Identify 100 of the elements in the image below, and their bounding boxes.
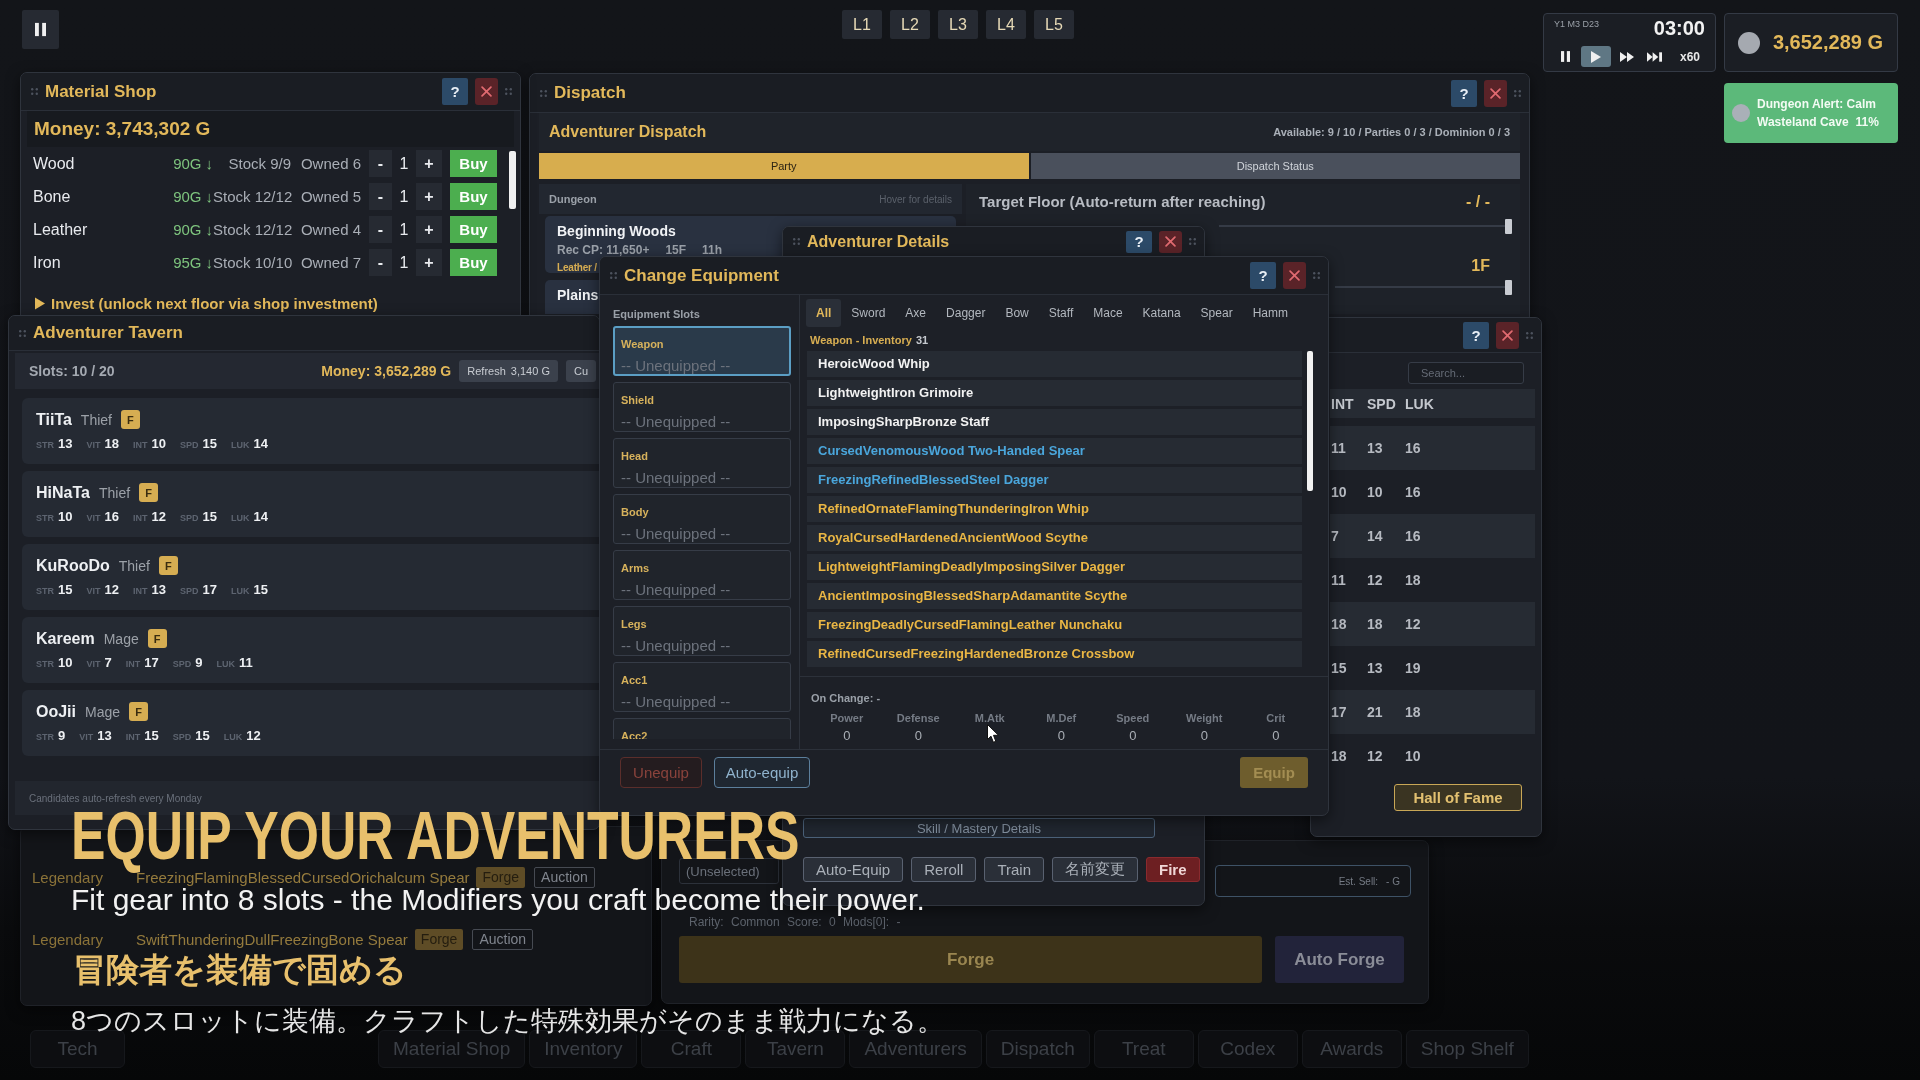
column-header[interactable]: INT: [1331, 395, 1367, 412]
equipment-slot[interactable]: Weapon -- Unequipped --: [613, 326, 791, 376]
item-row[interactable]: RefinedOrnateFlamingThunderingIron Whip: [807, 496, 1302, 522]
auction-tag-button[interactable]: Auction: [472, 928, 534, 950]
column-header[interactable]: SPD: [1367, 395, 1405, 412]
tab[interactable]: Dispatch Status: [1030, 153, 1520, 179]
level-button[interactable]: L4: [986, 10, 1026, 39]
item-row[interactable]: CursedVenomousWood Two-Handed Spear: [807, 438, 1302, 464]
grip-icon[interactable]: [19, 329, 26, 337]
grip-icon[interactable]: [1514, 89, 1521, 97]
table-row[interactable]: 11 13 16: [1330, 426, 1535, 470]
table-row[interactable]: 15 13 19: [1330, 646, 1535, 690]
grip-icon[interactable]: [1526, 331, 1533, 339]
table-row[interactable]: 17 21 18: [1330, 690, 1535, 734]
grip-icon[interactable]: [1313, 272, 1320, 279]
action-button[interactable]: 名前変更: [1052, 857, 1139, 882]
filter-tab[interactable]: Mace: [1083, 299, 1133, 327]
adventurer-card[interactable]: KuRooDo Thief F STR 15 VIT 12 INT 13 SPD 17 LUK 15: [22, 544, 599, 610]
equipment-slot[interactable]: Arms -- Unequipped --: [613, 550, 791, 600]
item-row[interactable]: ImposingSharpBronze Staff: [807, 409, 1302, 435]
close-button[interactable]: [1484, 79, 1507, 107]
level-button[interactable]: L2: [890, 10, 930, 39]
help-button[interactable]: ?: [442, 78, 468, 105]
increase-button[interactable]: +: [416, 183, 442, 210]
equipment-slot[interactable]: Shield -- Unequipped --: [613, 382, 791, 432]
close-button[interactable]: [1283, 262, 1306, 289]
decrease-button[interactable]: -: [369, 249, 392, 276]
increase-button[interactable]: +: [416, 249, 442, 276]
equipment-slot[interactable]: Legs -- Unequipped --: [613, 606, 791, 656]
grip-icon[interactable]: [793, 238, 800, 245]
scrollbar-thumb[interactable]: [509, 151, 516, 209]
skill-details-button[interactable]: Skill / Mastery Details: [803, 818, 1155, 838]
toolbar-button[interactable]: Cu: [565, 360, 596, 382]
help-button[interactable]: ?: [1463, 321, 1489, 349]
close-button[interactable]: [1496, 321, 1519, 349]
help-button[interactable]: ?: [1250, 262, 1276, 289]
dungeon-card[interactable]: Plains: [545, 280, 599, 314]
decrease-button[interactable]: -: [369, 150, 392, 177]
item-row[interactable]: RefinedCursedFreezingHardenedBronze Crossbow: [807, 641, 1302, 667]
slider-thumb[interactable]: [1505, 219, 1512, 234]
action-button[interactable]: Reroll: [911, 857, 977, 882]
increase-button[interactable]: +: [416, 150, 442, 177]
equipment-slot[interactable]: Body -- Unequipped --: [613, 494, 791, 544]
adventurer-card[interactable]: OoJii Mage F STR 9 VIT 13 INT 15 SPD 15 LUK 12: [22, 690, 599, 756]
grip-icon[interactable]: [505, 88, 512, 95]
level-button[interactable]: L1: [842, 10, 882, 39]
help-button[interactable]: ?: [1126, 230, 1152, 253]
decrease-button[interactable]: -: [369, 183, 392, 210]
level-button[interactable]: L5: [1034, 10, 1074, 39]
table-row[interactable]: 18 18 12: [1330, 602, 1535, 646]
action-button[interactable]: Fire: [1146, 857, 1200, 882]
grip-icon[interactable]: [31, 88, 38, 95]
search-field[interactable]: Search...: [1408, 362, 1524, 384]
filter-tab[interactable]: Axe: [895, 299, 937, 327]
table-row[interactable]: 7 14 16: [1330, 514, 1535, 558]
filter-tab[interactable]: Sword: [841, 299, 896, 327]
filter-tab[interactable]: Dagger: [936, 299, 996, 327]
equipment-slot[interactable]: Head -- Unequipped --: [613, 438, 791, 488]
column-header[interactable]: LUK: [1405, 395, 1445, 412]
increase-button[interactable]: +: [416, 216, 442, 243]
preview-field[interactable]: (Unselected): [679, 858, 779, 884]
filter-tab[interactable]: Katana: [1132, 299, 1191, 327]
filter-tab[interactable]: Spear: [1190, 299, 1243, 327]
invest-toggle[interactable]: Invest (unlock next floor via shop investment): [35, 291, 378, 315]
filter-tab[interactable]: Bow: [995, 299, 1039, 327]
table-row[interactable]: 18 12 10: [1330, 734, 1535, 778]
table-row[interactable]: 10 10 16: [1330, 470, 1535, 514]
item-row[interactable]: HeroicWood Whip: [807, 351, 1302, 377]
forge-button[interactable]: Forge: [679, 936, 1262, 983]
item-row[interactable]: FreezingDeadlyCursedFlamingLeather Nunchaku: [807, 612, 1302, 638]
tab[interactable]: Party: [539, 153, 1029, 179]
help-button[interactable]: ?: [1451, 79, 1477, 107]
adventurer-card[interactable]: Kareem Mage F STR 10 VIT 7 INT 17 SPD 9 LUK 11: [22, 617, 599, 683]
auto-forge-button[interactable]: Auto Forge: [1275, 936, 1404, 983]
item-row[interactable]: RoyalCursedHardenedAncientWood Scythe: [807, 525, 1302, 551]
grip-icon[interactable]: [610, 272, 617, 279]
item-row[interactable]: LightweightIron Grimoire: [807, 380, 1302, 406]
action-button[interactable]: Auto-Equip: [803, 857, 904, 882]
play-button[interactable]: [1581, 46, 1611, 67]
filter-tab[interactable]: Staff: [1038, 299, 1084, 327]
scrollbar-thumb[interactable]: [1307, 351, 1313, 491]
close-button[interactable]: [1159, 230, 1182, 253]
item-row[interactable]: FreezingRefinedBlessedSteel Dagger: [807, 467, 1302, 493]
filter-tab[interactable]: Hamm: [1242, 299, 1298, 327]
decrease-button[interactable]: -: [369, 216, 392, 243]
level-button[interactable]: L3: [938, 10, 978, 39]
action-button[interactable]: Train: [984, 857, 1045, 882]
pause-button[interactable]: [22, 10, 59, 49]
refresh-button[interactable]: Refresh 3,140 G: [459, 360, 558, 382]
grip-icon[interactable]: [540, 89, 547, 97]
hall-of-fame-button[interactable]: Hall of Fame: [1394, 784, 1522, 811]
item-row[interactable]: LightweightFlamingDeadlyImposingSilver Dagger: [807, 554, 1302, 580]
adventurer-card[interactable]: TiiTa Thief F STR 13 VIT 18 INT 10 SPD 15 LUK 14: [22, 398, 599, 464]
slider-thumb[interactable]: [1505, 280, 1512, 295]
filter-tab[interactable]: All: [806, 299, 842, 327]
item-row[interactable]: AncientImposingBlessedSharpAdamantite Scythe: [807, 583, 1302, 609]
grip-icon[interactable]: [1189, 238, 1196, 245]
auction-tag-button[interactable]: Auction: [534, 866, 595, 888]
table-row[interactable]: 11 12 18: [1330, 558, 1535, 602]
adventurer-card[interactable]: HiNaTa Thief F STR 10 VIT 16 INT 12 SPD 15 LUK 14: [22, 471, 599, 537]
